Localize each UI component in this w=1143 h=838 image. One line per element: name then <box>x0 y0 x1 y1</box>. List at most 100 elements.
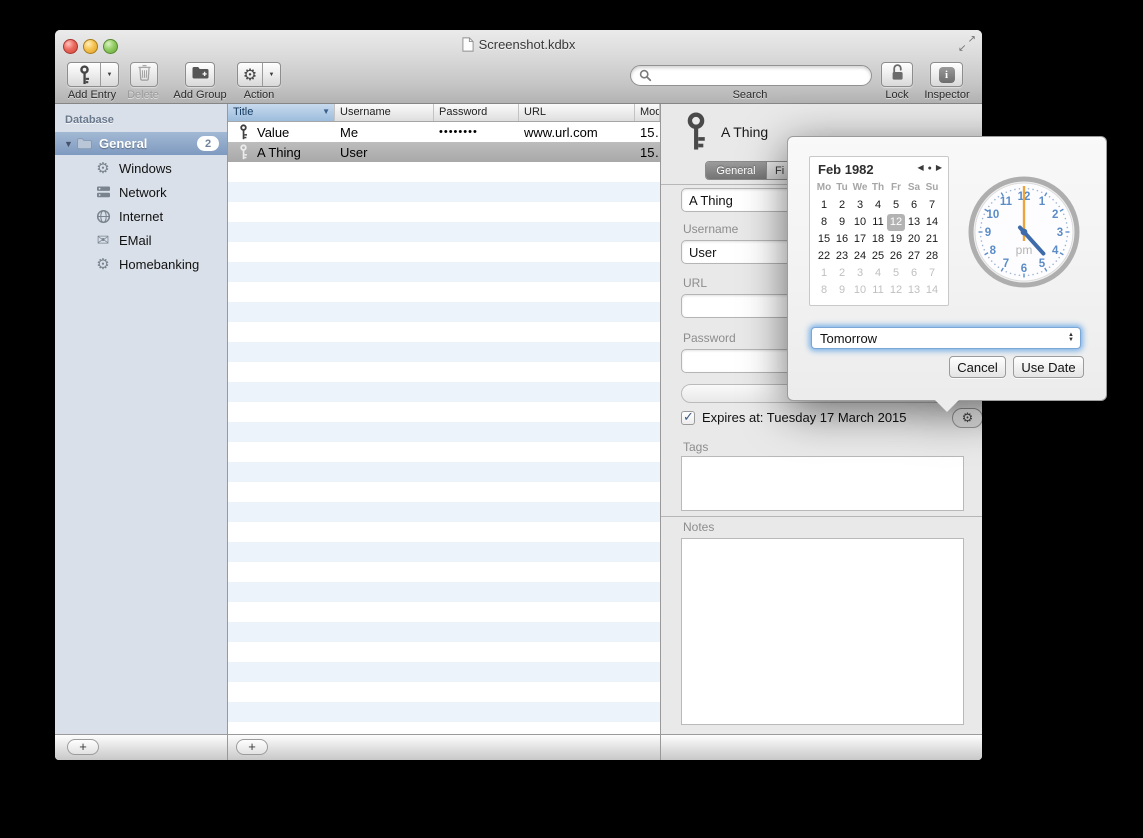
calendar-day[interactable]: 7 <box>923 197 941 214</box>
action-button[interactable]: ⚙ ▼ <box>237 62 281 87</box>
column-header-title[interactable]: Title▼ <box>228 104 335 121</box>
calendar-day[interactable]: 19 <box>887 231 905 248</box>
calendar-day-selected[interactable]: 12 <box>887 214 905 231</box>
calendar-day[interactable]: 6 <box>905 197 923 214</box>
calendar-day[interactable]: 27 <box>905 248 923 265</box>
sidebar-item-email[interactable]: ✉EMail <box>55 228 227 252</box>
svg-text:9: 9 <box>985 227 991 239</box>
calendar: Feb 1982 ◀ ● ▶ MoTuWeThFrSaSu 1234567891… <box>809 156 949 306</box>
svg-text:6: 6 <box>1021 263 1027 275</box>
expires-checkbox[interactable]: ✓ <box>681 411 695 425</box>
column-label: Title <box>233 106 253 118</box>
search-input[interactable] <box>656 68 863 84</box>
entry-table: Title▼UsernamePasswordURLModi… ValueMe••… <box>228 104 660 760</box>
expires-row: ✓ Expires at: Tuesday 17 March 2015 ⚙ <box>681 410 907 425</box>
calendar-day[interactable]: 12 <box>887 282 905 299</box>
calendar-day[interactable]: 28 <box>923 248 941 265</box>
column-header-username[interactable]: Username <box>335 104 434 121</box>
calendar-day[interactable]: 16 <box>833 231 851 248</box>
column-header-url[interactable]: URL <box>519 104 635 121</box>
svg-text:8: 8 <box>990 245 997 257</box>
tab-general[interactable]: General <box>706 162 766 179</box>
folder-plus-icon <box>191 65 210 85</box>
calendar-day[interactable]: 9 <box>833 214 851 231</box>
cell-title: Value <box>228 124 335 140</box>
calendar-day[interactable]: 6 <box>905 265 923 282</box>
titlebar: Screenshot.kdbx <box>55 37 982 52</box>
calendar-day[interactable]: 8 <box>815 214 833 231</box>
group-count-badge: 2 <box>197 136 219 151</box>
calendar-day[interactable]: 18 <box>869 231 887 248</box>
bottom-bar: + + <box>55 734 982 760</box>
inspector-button[interactable]: i <box>930 62 963 87</box>
calendar-day[interactable]: 10 <box>851 282 869 299</box>
notes-input[interactable] <box>681 538 964 725</box>
calendar-day[interactable]: 11 <box>869 214 887 231</box>
calendar-day[interactable]: 1 <box>815 197 833 214</box>
calendar-day[interactable]: 13 <box>905 282 923 299</box>
calendar-day[interactable]: 2 <box>833 197 851 214</box>
add-group-button[interactable] <box>185 62 215 87</box>
sidebar-item-general[interactable]: ▼ General 2 <box>55 132 227 155</box>
add-entry-plus-button[interactable]: + <box>236 739 268 755</box>
sidebar-divider[interactable] <box>227 104 228 760</box>
calendar-day[interactable]: 24 <box>851 248 869 265</box>
calendar-day[interactable]: 23 <box>833 248 851 265</box>
next-month-icon[interactable]: ▶ <box>936 164 942 172</box>
lock-button[interactable] <box>881 62 913 87</box>
column-header-modi[interactable]: Modi… <box>635 104 660 121</box>
password-label: Password <box>683 331 736 345</box>
sidebar-header: Database <box>65 114 114 126</box>
calendar-day[interactable]: 13 <box>905 214 923 231</box>
add-group-plus-button[interactable]: + <box>67 739 99 755</box>
sidebar-item-homebanking[interactable]: ⚙Homebanking <box>55 252 227 276</box>
calendar-day[interactable]: 4 <box>869 265 887 282</box>
cancel-button[interactable]: Cancel <box>949 356 1006 378</box>
stepper-icon: ▲ ▼ <box>1068 333 1074 343</box>
calendar-day[interactable]: 10 <box>851 214 869 231</box>
sidebar-item-windows[interactable]: ⚙Windows <box>55 156 227 180</box>
calendar-day[interactable]: 2 <box>833 265 851 282</box>
calendar-day[interactable]: 9 <box>833 282 851 299</box>
calendar-day[interactable]: 22 <box>815 248 833 265</box>
date-preset-select[interactable]: Tomorrow ▲ ▼ <box>811 327 1081 349</box>
add-entry-dropdown-arrow[interactable]: ▼ <box>100 63 118 86</box>
calendar-day[interactable]: 25 <box>869 248 887 265</box>
table-row[interactable]: A ThingUser15… <box>228 142 660 162</box>
cell-username: Me <box>335 125 434 140</box>
disclosure-icon[interactable]: ▼ <box>64 139 76 149</box>
calendar-day[interactable]: 14 <box>923 214 941 231</box>
calendar-day[interactable]: 20 <box>905 231 923 248</box>
calendar-day[interactable]: 21 <box>923 231 941 248</box>
calendar-day[interactable]: 26 <box>887 248 905 265</box>
calendar-day[interactable]: 11 <box>869 282 887 299</box>
fullscreen-icon[interactable]: ↗ ↙ <box>958 35 976 53</box>
calendar-day[interactable]: 14 <box>923 282 941 299</box>
use-date-button[interactable]: Use Date <box>1013 356 1084 378</box>
calendar-nav: ◀ ● ▶ <box>917 164 942 172</box>
add-entry-button[interactable]: ▼ <box>67 62 119 87</box>
calendar-day[interactable]: 17 <box>851 231 869 248</box>
prev-month-icon[interactable]: ◀ <box>917 164 923 172</box>
column-header-password[interactable]: Password <box>434 104 519 121</box>
calendar-day[interactable]: 3 <box>851 197 869 214</box>
search-field[interactable] <box>630 65 872 86</box>
action-dropdown-arrow[interactable]: ▼ <box>262 63 280 86</box>
document-icon <box>462 37 474 52</box>
calendar-day[interactable]: 3 <box>851 265 869 282</box>
sidebar-item-network[interactable]: Network <box>55 180 227 204</box>
today-icon[interactable]: ● <box>928 165 932 172</box>
envelope-icon: ✉ <box>95 233 111 248</box>
calendar-day[interactable]: 4 <box>869 197 887 214</box>
inspector-divider[interactable] <box>660 104 661 760</box>
calendar-day[interactable]: 5 <box>887 197 905 214</box>
delete-button[interactable] <box>130 62 158 87</box>
calendar-day[interactable]: 8 <box>815 282 833 299</box>
table-row[interactable]: ValueMe••••••••www.url.com15… <box>228 122 660 142</box>
tags-input[interactable] <box>681 456 964 511</box>
sidebar-item-internet[interactable]: Internet <box>55 204 227 228</box>
calendar-day[interactable]: 5 <box>887 265 905 282</box>
calendar-day[interactable]: 1 <box>815 265 833 282</box>
calendar-day[interactable]: 7 <box>923 265 941 282</box>
calendar-day[interactable]: 15 <box>815 231 833 248</box>
